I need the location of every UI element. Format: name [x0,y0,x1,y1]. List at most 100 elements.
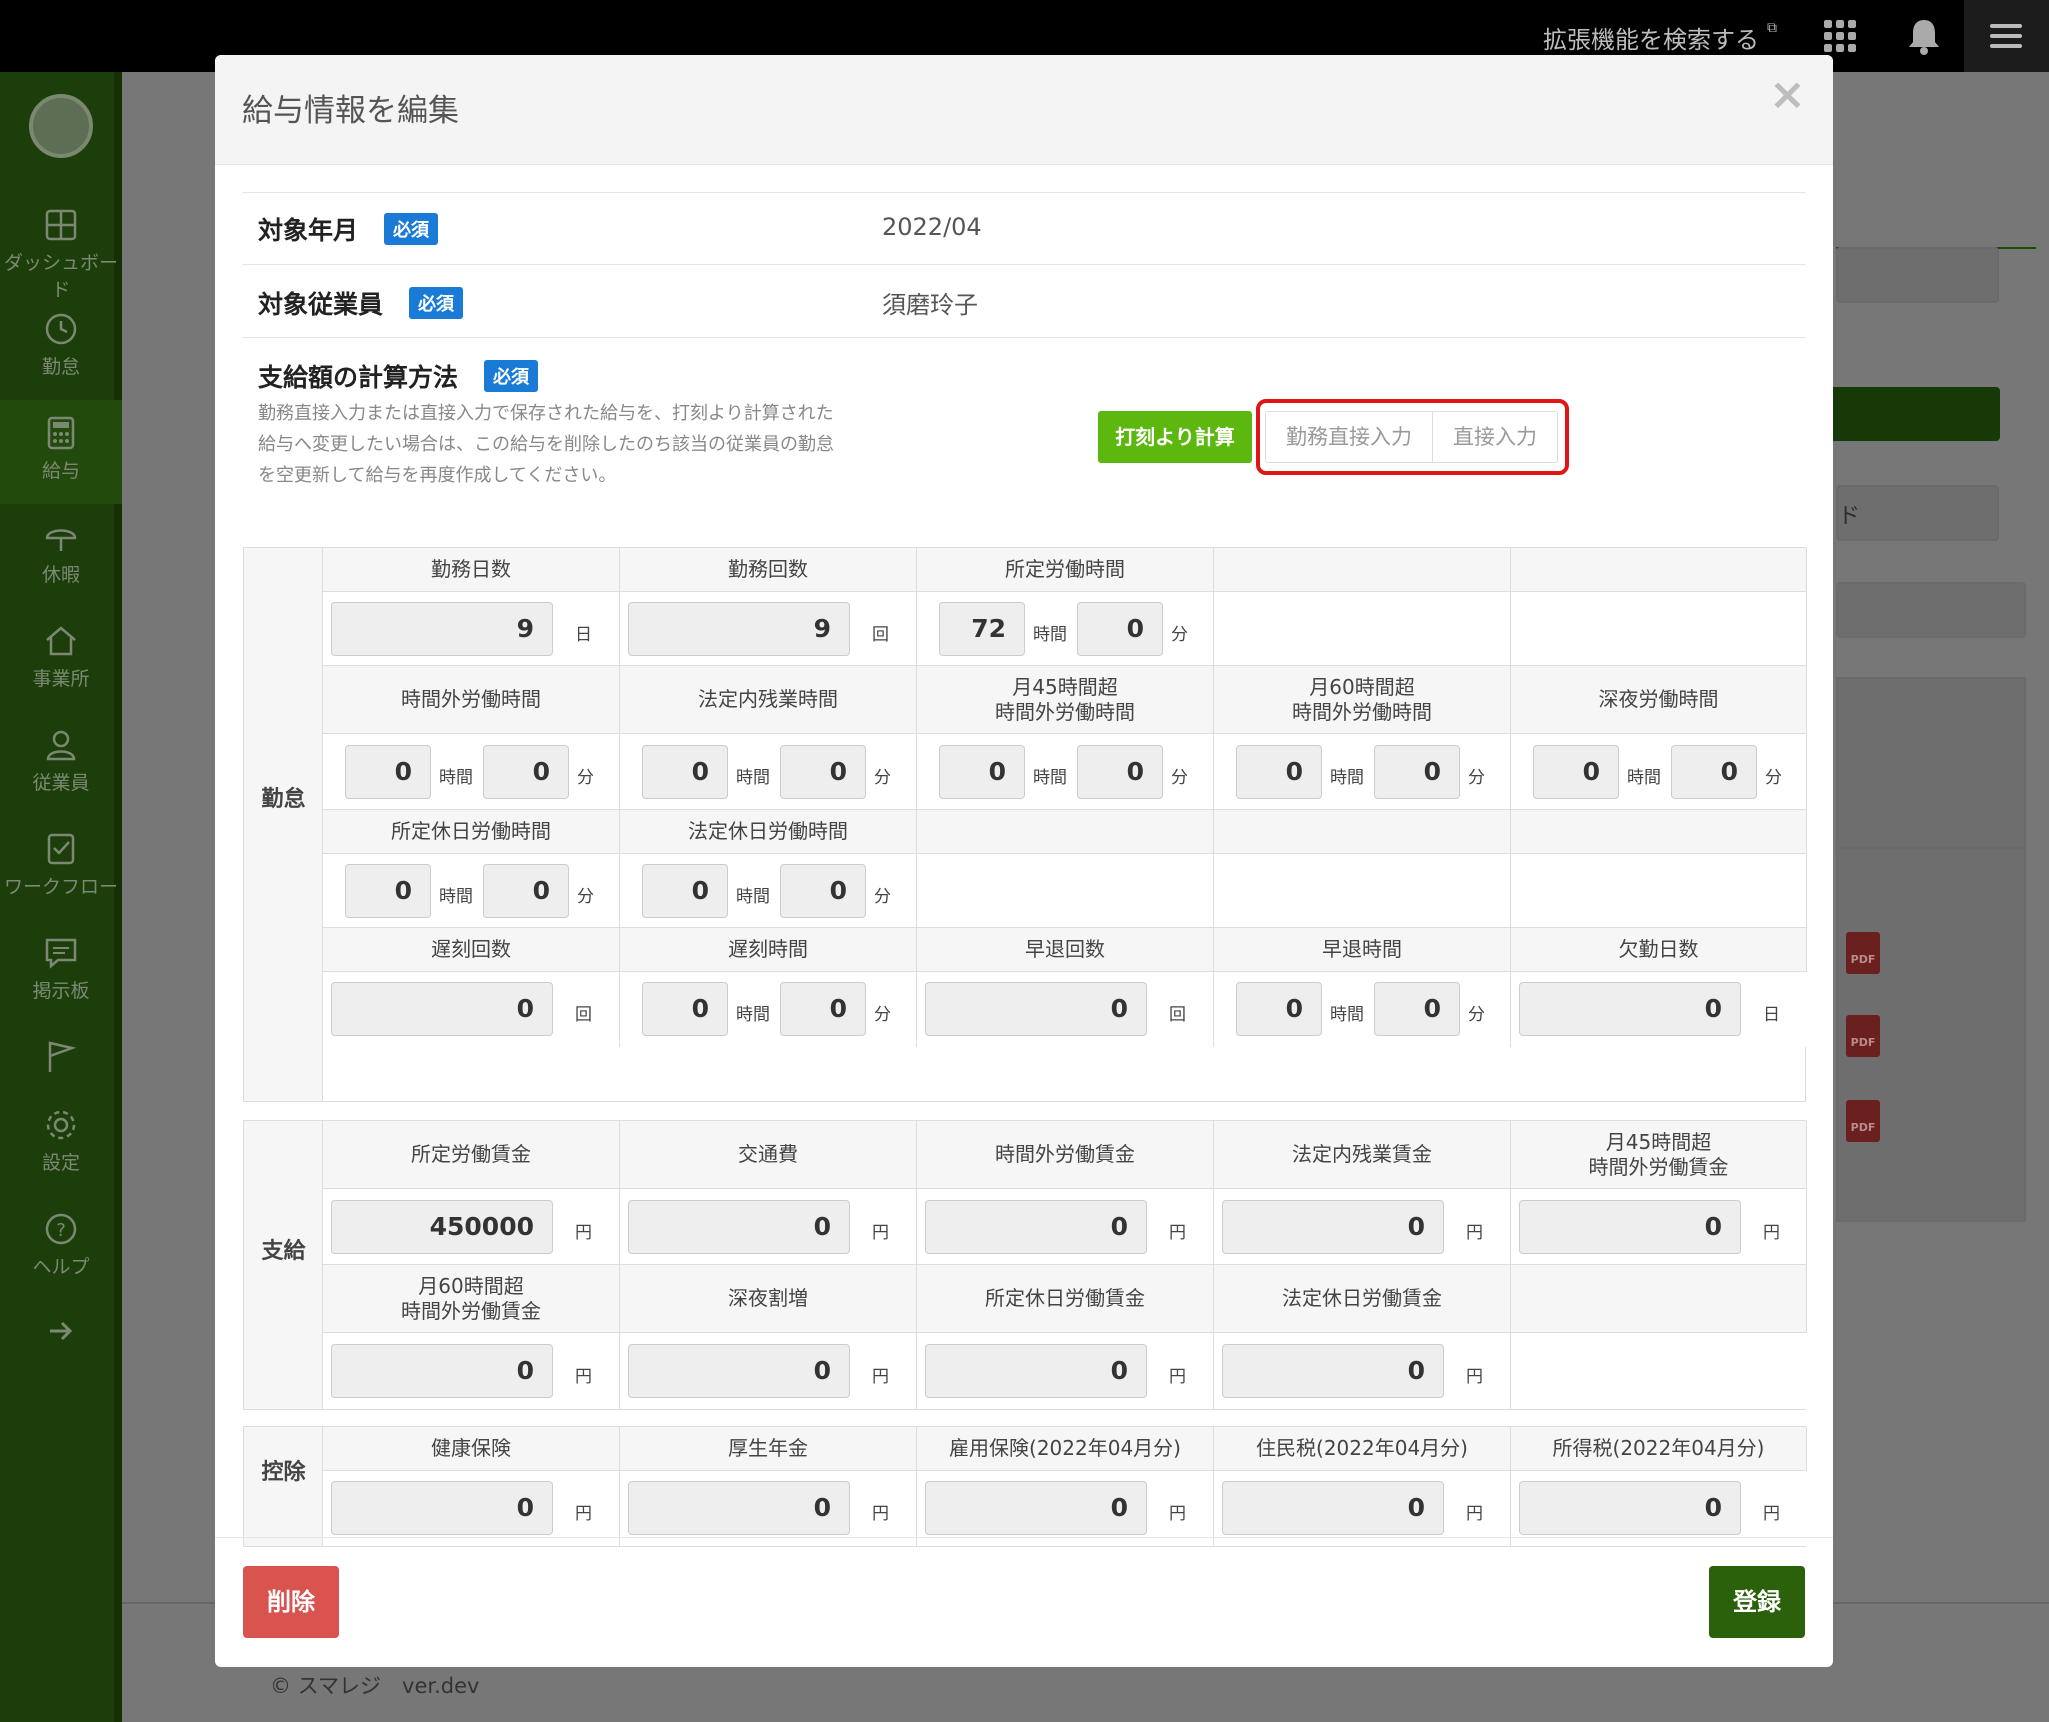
over45-hours-input[interactable]: 0 [939,745,1025,799]
over60-wage-input[interactable]: 0 [331,1344,553,1398]
night-minutes-input[interactable]: 0 [1671,745,1757,799]
sidebar-item-dashboard[interactable]: ダッシュボード [0,192,122,301]
over60-hours-input[interactable]: 0 [1236,745,1322,799]
resident-tax-input[interactable]: 0 [1222,1481,1444,1535]
header-legal-holiday-wage: 法定休日労働賃金 [1214,1265,1511,1333]
cell-early-count: 0 回 [917,972,1214,1047]
sched-holiday-wage-input[interactable]: 0 [925,1344,1147,1398]
scheduled-hours-input[interactable]: 72 [939,602,1025,656]
sidebar-item-settings[interactable]: 設定 [0,1092,122,1196]
cell-empty [1214,592,1511,666]
target-employee-row: 対象従業員 必須 須磨玲子 [242,264,1806,336]
cell-early-time: 0 時間 0 分 [1214,972,1511,1047]
legal-overtime-wage-input[interactable]: 0 [1222,1200,1444,1254]
flag-icon [48,1041,77,1072]
cell-legal-overtime: 0 時間 0 分 [620,734,917,810]
calc-from-punch-button[interactable]: 打刻より計算 [1098,411,1252,463]
overtime-hours-input[interactable]: 0 [345,745,431,799]
early-minutes-input[interactable]: 0 [1374,982,1460,1036]
sidebar-collapse-button[interactable] [0,1300,122,1360]
legal-overtime-minutes-input[interactable]: 0 [780,745,866,799]
header-night: 深夜労働時間 [1511,666,1807,734]
target-employee-value: 須磨玲子 [882,291,978,319]
avatar[interactable] [29,94,93,158]
unit-label: 分 [1171,768,1188,788]
work-days-input[interactable]: 9 [331,602,553,656]
unit-label: 円 [872,1504,889,1524]
sidebar-item-payroll[interactable]: 給与 [0,400,122,504]
early-count-input[interactable]: 0 [925,982,1147,1036]
delete-button[interactable]: 削除 [243,1566,339,1638]
over45-minutes-input[interactable]: 0 [1077,745,1163,799]
overtime-minutes-input[interactable]: 0 [483,745,569,799]
absence-days-input[interactable]: 0 [1519,982,1741,1036]
clock-icon [45,313,77,345]
extension-search-label[interactable]: 拡張機能を検索する [1543,26,1759,54]
save-button[interactable]: 登録 [1709,1566,1805,1638]
header-empty [1511,810,1807,854]
night-hours-input[interactable]: 0 [1533,745,1619,799]
sched-holiday-minutes-input[interactable]: 0 [483,864,569,918]
sidebar-item-label: 給与 [41,460,80,482]
over45-wage-input[interactable]: 0 [1519,1200,1741,1254]
sidebar-item-label: 従業員 [32,772,90,794]
sidebar-item-employees[interactable]: 従業員 [0,712,122,816]
sidebar-item-office[interactable]: 事業所 [0,608,122,712]
sidebar-item-workflow[interactable]: ワークフロー [0,816,122,920]
unit-label: 時間 [1033,768,1067,788]
sidebar-item-bulletin[interactable]: 掲示板 [0,920,122,1024]
legal-holiday-minutes-input[interactable]: 0 [780,864,866,918]
legal-overtime-hours-input[interactable]: 0 [642,745,728,799]
sidebar-item-flag[interactable] [0,1024,122,1094]
unit-label: 円 [1763,1223,1780,1243]
header-legal-overtime: 法定内残業時間 [620,666,917,734]
early-hours-input[interactable]: 0 [1236,982,1322,1036]
employment-insurance-input[interactable]: 0 [925,1481,1147,1535]
header-legal-holiday: 法定休日労働時間 [620,810,917,854]
sidebar-item-attendance[interactable]: 勤怠 [0,296,122,400]
cell-scheduled-hours: 72 時間 0 分 [917,592,1214,666]
cell-health-insurance: 0 円 [323,1471,620,1546]
overtime-wage-input[interactable]: 0 [925,1200,1147,1254]
extension-search-link[interactable]: 拡張機能を検索する ⧉ [1543,20,1777,55]
unit-label: 分 [874,768,891,788]
scheduled-minutes-input[interactable]: 0 [1077,602,1163,656]
legal-holiday-hours-input[interactable]: 0 [642,864,728,918]
person-icon [46,730,76,761]
attendance-group-label: 勤怠 [244,548,323,1101]
checklist-icon [47,833,75,865]
unit-label: 円 [872,1223,889,1243]
late-count-input[interactable]: 0 [331,982,553,1036]
calculator-icon [47,416,75,450]
sidebar-item-label: ダッシュボード [3,252,118,301]
direct-input-button[interactable]: 直接入力 [1432,411,1558,463]
commute-input[interactable]: 0 [628,1200,850,1254]
app-grid-icon[interactable] [1824,20,1856,52]
help-icon: ? [45,1213,77,1245]
header-late-count: 遅刻回数 [323,928,620,972]
bell-icon[interactable] [1906,16,1942,56]
edit-payroll-modal: 給与情報を編集 × 対象年月 必須 2022/04 対象従業員 必須 須磨玲子 支給… [215,55,1833,1667]
over60-minutes-input[interactable]: 0 [1374,745,1460,799]
work-count-input[interactable]: 9 [628,602,850,656]
income-tax-input[interactable]: 0 [1519,1481,1741,1535]
unit-label: 時間 [1330,768,1364,788]
chat-icon [45,938,77,969]
bg-panel [1836,677,2026,873]
sched-holiday-hours-input[interactable]: 0 [345,864,431,918]
close-icon[interactable]: × [1769,73,1806,117]
legal-holiday-wage-input[interactable]: 0 [1222,1344,1444,1398]
direct-work-input-button[interactable]: 勤務直接入力 [1265,411,1433,463]
sidebar-item-help[interactable]: ? ヘルプ [0,1196,122,1300]
pension-input[interactable]: 0 [628,1481,850,1535]
late-hours-input[interactable]: 0 [642,982,728,1036]
late-minutes-input[interactable]: 0 [780,982,866,1036]
bg-select [1836,582,2026,638]
health-insurance-input[interactable]: 0 [331,1481,553,1535]
scheduled-wage-input[interactable]: 450000 [331,1200,553,1254]
deduction-group-label: 控除 [244,1427,323,1546]
hamburger-menu-icon[interactable] [1964,0,2049,72]
header-empty [1511,548,1807,592]
night-premium-input[interactable]: 0 [628,1344,850,1398]
sidebar-item-leave[interactable]: 休暇 [0,504,122,608]
